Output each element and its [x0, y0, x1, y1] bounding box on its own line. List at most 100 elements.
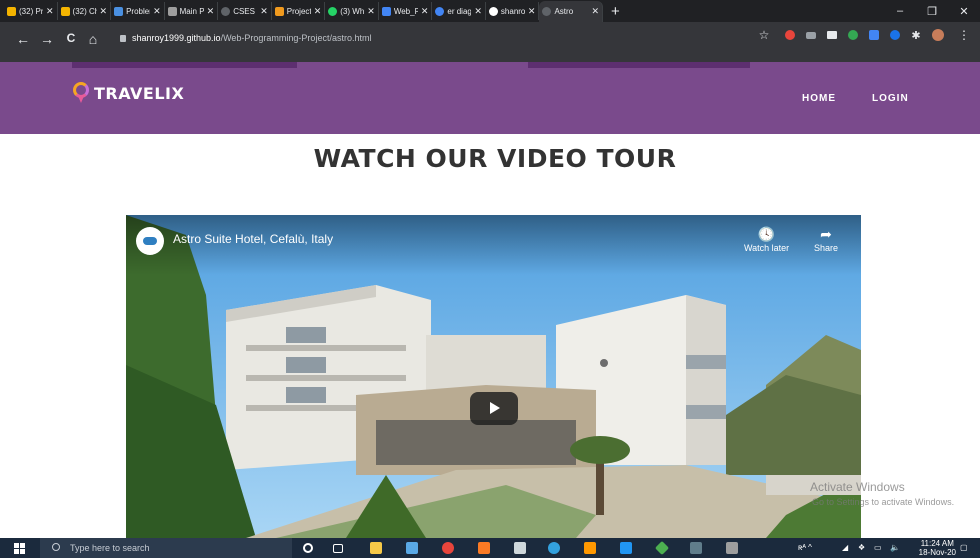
home-button[interactable]: ⌂ — [84, 31, 102, 47]
taskbar-search-box[interactable]: Type here to search — [40, 538, 292, 558]
browser-tab[interactable]: Web_P ✕ — [379, 2, 433, 20]
tab-label: (3) Wh — [340, 6, 365, 16]
window-controls: – ❐ ✕ — [884, 0, 980, 22]
share-button[interactable]: ➦ Share — [814, 225, 838, 253]
close-window-button[interactable]: ✕ — [948, 5, 980, 18]
dropbox-icon[interactable]: ❖ — [858, 538, 865, 558]
browser-tab[interactable]: er diag ✕ — [432, 2, 486, 20]
close-tab-icon[interactable]: ✕ — [153, 6, 161, 17]
nav-login-link[interactable]: LOGIN — [872, 93, 909, 104]
tab-label: Probler — [126, 6, 151, 16]
close-tab-icon[interactable]: ✕ — [207, 6, 215, 17]
address-toolbar: ← → C ⌂ shanroy1999.github.io/Web-Progra… — [0, 22, 980, 62]
profile-avatar[interactable] — [930, 26, 946, 44]
close-tab-icon[interactable]: ✕ — [528, 6, 536, 17]
dev-tool-icon[interactable] — [654, 540, 670, 556]
browser-tab[interactable]: (32) Pr ✕ — [4, 2, 58, 20]
notifications-icon[interactable]: ▢ — [960, 538, 968, 558]
tab-label: Project — [286, 6, 311, 16]
nav-home-link[interactable]: HOME — [802, 93, 836, 104]
minimize-button[interactable]: – — [884, 5, 916, 17]
url-host: shanroy1999.github.io — [132, 33, 221, 43]
chrome-icon[interactable] — [440, 540, 456, 556]
xampp-icon[interactable] — [476, 540, 492, 556]
system-tray-icons[interactable]: ʀᴬ ^ — [798, 538, 812, 558]
globe-icon — [221, 6, 231, 16]
reload-button[interactable]: C — [62, 31, 80, 45]
close-tab-icon[interactable]: ✕ — [46, 6, 54, 17]
clock-date: 18-Nov-20 — [918, 548, 956, 557]
site-logo[interactable]: TRAVELIX — [72, 82, 184, 104]
header-image-strip — [528, 62, 750, 68]
w-icon — [274, 6, 284, 16]
close-tab-icon[interactable]: ✕ — [260, 6, 268, 17]
close-tab-icon[interactable]: ✕ — [421, 6, 429, 17]
edge-icon[interactable] — [546, 540, 562, 556]
vscode-alt-icon[interactable] — [724, 540, 740, 556]
forward-button[interactable]: → — [38, 31, 56, 47]
location-pin-icon — [72, 82, 90, 104]
activation-watermark-title: Activate Windows — [810, 480, 905, 494]
browser-menu-icon[interactable]: ⋮ — [956, 26, 972, 44]
url-path: /Web-Programming-Project/astro.html — [220, 33, 372, 43]
url-bar[interactable]: shanroy1999.github.io/Web-Programming-Pr… — [110, 28, 750, 48]
extension-cast-icon[interactable] — [803, 26, 819, 44]
video-player[interactable]: Astro Suite Hotel, Cefalù, Italy 🕓 Watch… — [126, 215, 861, 538]
tab-strip: (32) Pr✕ (32) Ch✕ Probler✕ Main P✕ CSES … — [0, 0, 980, 22]
extension-red-icon[interactable] — [782, 26, 798, 44]
task-view-icon[interactable] — [330, 540, 346, 556]
channel-avatar[interactable] — [136, 227, 164, 255]
network-icon[interactable]: ◢ — [842, 538, 848, 558]
lock-icon — [120, 35, 126, 42]
google-icon — [435, 6, 445, 16]
tab-label: Astro — [554, 7, 574, 16]
taskbar-clock[interactable]: 11:24 AM 18-Nov-20 — [919, 539, 956, 557]
windows-taskbar: Type here to search ʀᴬ ^ ◢ ❖ ▭ 🔈 11:24 A… — [0, 538, 980, 558]
browser-tab[interactable]: shanro ✕ — [486, 2, 540, 20]
close-tab-icon[interactable]: ✕ — [100, 6, 108, 17]
browser-tab[interactable]: (32) Ch✕ — [58, 2, 112, 20]
search-icon — [52, 543, 60, 551]
browser-tab[interactable]: (3) Wh ✕ — [325, 2, 379, 20]
sublime-icon[interactable] — [582, 540, 598, 556]
section-title: WATCH OUR VIDEO TOUR — [313, 144, 677, 173]
start-button[interactable] — [14, 543, 25, 554]
share-label: Share — [814, 243, 839, 253]
extensions-puzzle-icon[interactable]: ✱ — [908, 26, 924, 44]
pet-icon — [167, 6, 177, 16]
volume-icon[interactable]: 🔈 — [890, 538, 900, 558]
terminal-icon[interactable] — [512, 540, 528, 556]
cortana-icon[interactable] — [300, 540, 316, 556]
clock-icon: 🕓 — [757, 226, 776, 242]
meet-icon[interactable] — [618, 540, 634, 556]
bookmark-star-icon[interactable]: ☆ — [756, 26, 772, 44]
back-button[interactable]: ← — [14, 31, 32, 47]
notepad-icon[interactable] — [404, 540, 420, 556]
battery-icon[interactable]: ▭ — [874, 538, 882, 558]
browser-tab[interactable]: Main P ✕ — [165, 2, 219, 20]
maximize-button[interactable]: ❐ — [916, 5, 948, 18]
browser-tab[interactable]: Probler ✕ — [111, 2, 165, 20]
browser-tab[interactable]: Project ✕ — [272, 2, 326, 20]
video-title[interactable]: Astro Suite Hotel, Cefalù, Italy — [173, 232, 333, 246]
extension-blue-icon[interactable] — [887, 26, 903, 44]
close-tab-icon[interactable]: ✕ — [474, 6, 482, 17]
hand-icon — [7, 6, 16, 16]
tab-label: (32) Pr — [19, 6, 43, 16]
tab-label: (32) Ch — [72, 6, 97, 16]
extension-green-icon[interactable] — [845, 26, 861, 44]
close-tab-icon[interactable]: ✕ — [591, 6, 599, 17]
extension-drive-icon[interactable] — [866, 26, 882, 44]
browser-tab-active[interactable]: Astro ✕ — [539, 1, 604, 22]
close-tab-icon[interactable]: ✕ — [314, 6, 322, 17]
close-tab-icon[interactable]: ✕ — [367, 6, 375, 17]
extension-screen-icon[interactable] — [824, 26, 840, 44]
logo-text: TRAVELIX — [94, 83, 185, 103]
watch-later-button[interactable]: 🕓 Watch later — [744, 225, 789, 253]
browser-tab[interactable]: CSES -✕ — [218, 2, 272, 20]
vscode-icon[interactable] — [688, 540, 704, 556]
play-button[interactable] — [470, 392, 518, 425]
file-explorer-icon[interactable] — [368, 540, 384, 556]
new-tab-button[interactable]: + — [611, 3, 620, 20]
header-image-strip — [72, 62, 297, 68]
